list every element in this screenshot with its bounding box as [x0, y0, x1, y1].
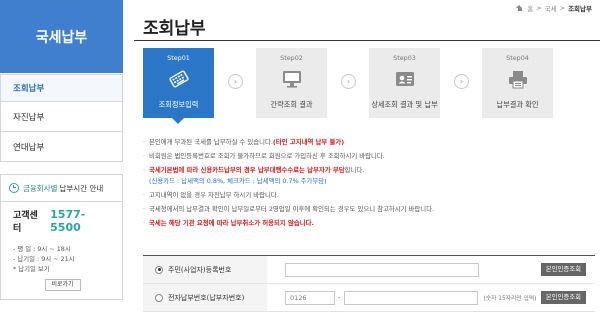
form-row-registration-number: 주민(사업자)등록번호 본인인증조회 [143, 256, 595, 284]
notice-text: 비회원은 법인등록번호로 조회가 불가하므로 회원으로 가입하신 후 조회하시기… [149, 152, 385, 160]
notice-text: 합니다. [344, 166, 365, 174]
notice-text: 국세청에서의 납부결과 확인이 납부일로부터 2영업일 이후에 확인되는 경우도… [149, 205, 435, 213]
step-label: 조회정보입력 [158, 100, 199, 109]
electronic-payment-number-fields: - (숫자 15자리만 입력) 본인인증조회 [267, 284, 595, 311]
sidebar-item-label: 자진납부 [13, 112, 45, 123]
step-number: Step01 [167, 54, 190, 62]
keyboard-icon [169, 70, 189, 88]
chevron-right-icon: › [341, 74, 356, 89]
step-progress: Step01 조회정보입력 › Step02 간략조회 결과 › Step03 … [143, 48, 595, 124]
shortcut-button[interactable]: 비로가기 [44, 279, 81, 291]
customer-center-hours: - 평 일 : 9시 ~ 18시 - 납기일 : 9시 ~ 21시 * 납기일 … [13, 244, 112, 274]
registration-number-option[interactable]: 주민(사업자)등록번호 [143, 256, 267, 283]
notice-fee-detail: (신용카드 : 납세액의 0.8%, 체크카드 : 납세액의 0.7% 주가부담… [143, 176, 595, 187]
breadcrumb-separator: > [536, 4, 542, 12]
page: 국세납부 조회납부 자진납부 연대납부 금융회사별 납부시간 안내 고객센터 1… [0, 0, 600, 313]
chevron-right-icon: › [228, 74, 243, 89]
printer-icon [509, 71, 527, 89]
customer-center-label: 고객센터 [13, 211, 38, 234]
notice-item: 고지내역이 없을 경우 자진납부 하시기 바랍니다. [143, 190, 595, 201]
payment-hours-link[interactable]: 금융회사별 납부시간 안내 [0, 174, 123, 202]
step-4: Step04 납부결과 확인 [482, 48, 553, 118]
notice-text: 본인에게 부과된 국세를 납부하실 수 있습니다. [149, 138, 273, 146]
notice-list: 본인에게 부과된 국세를 납부하실 수 있습니다.(타인 고지내역 납부 불가)… [143, 137, 595, 229]
notice-item: 국세는 해당 기관 요청에 따라 납부취소가 허용되지 않습니다. [143, 218, 595, 229]
step-number: Step03 [393, 54, 416, 62]
sidebar-item-inquiry-payment[interactable]: 조회납부 [1, 74, 122, 102]
weekday-hours: - 평 일 : 9시 ~ 18시 [13, 245, 71, 253]
chevron-right-icon: › [454, 74, 469, 89]
sidebar-item-joint-payment[interactable]: 연대납부 [1, 132, 122, 162]
sidebar-banner: 국세납부 [0, 0, 123, 74]
electronic-payment-number-option[interactable]: 전자납부번호(납부자번호) [143, 284, 267, 311]
electronic-payment-number-radio[interactable] [155, 293, 163, 302]
sidebar-menu: 조회납부 자진납부 연대납부 [0, 74, 123, 162]
breadcrumb-separator: > [559, 4, 566, 12]
step-3: Step03 상세조회 결과 및 납부 [369, 48, 440, 118]
step-2: Step02 간략조회 결과 [256, 48, 327, 118]
page-title: 조회납부 [143, 19, 206, 39]
step-number: Step02 [280, 54, 303, 62]
breadcrumb-current: 조회납부 [568, 5, 592, 13]
notice-warning: 국세는 해당 기관 요청에 따라 납부취소가 허용되지 않습니다. [149, 219, 314, 227]
sidebar-item-label: 연대납부 [13, 142, 45, 153]
step-1: Step01 조회정보입력 [143, 48, 214, 124]
home-icon [516, 5, 523, 11]
due-date-hours: - 납기일 : 9시 ~ 21시 [13, 255, 75, 263]
form-row-electronic-payment-number: 전자납부번호(납부자번호) - (숫자 15자리만 입력) 본인인증조회 [143, 284, 595, 312]
step-label: 상세조회 결과 및 납부 [371, 100, 438, 109]
main-content: 홈 > 국세 > 조회납부 조회납부 Step01 조회정보입력 › Step0… [134, 0, 600, 313]
step-number: Step04 [506, 54, 529, 62]
sidebar: 국세납부 조회납부 자진납부 연대납부 금융회사별 납부시간 안내 고객센터 1… [0, 0, 123, 313]
payment-hours-prefix: 금융회사별 [23, 183, 58, 193]
monitor-icon [283, 71, 301, 88]
payment-number-hint: (숫자 15자리만 입력) [483, 296, 537, 302]
identification-form: 주민(사업자)등록번호 본인인증조회 전자납부번호(납부자번호) - (숫자 1… [143, 255, 595, 313]
registration-number-input[interactable] [285, 262, 479, 277]
clock-icon [9, 183, 19, 193]
breadcrumb-national-tax[interactable]: 국세 [545, 3, 557, 13]
payment-hours-label: 납부시간 안내 [59, 183, 104, 193]
breadcrumb: 홈 > 국세 > 조회납부 [516, 3, 592, 13]
step-label: 간략조회 결과 [270, 100, 313, 109]
notice-item: 비회원은 법인등록번호로 조회가 불가하므로 회원으로 가입하신 후 조회하시기… [143, 151, 595, 162]
identity-verify-button[interactable]: 본인인증조회 [540, 291, 586, 304]
dash-separator: - [338, 293, 341, 302]
customer-center-number: 1577-5500 [50, 208, 86, 234]
identity-verify-button[interactable]: 본인인증조회 [540, 263, 586, 276]
notice-text: (신용카드 : 납세액의 0.8%, 체크카드 : 납세액의 0.7% 주가부담… [149, 177, 327, 185]
notice-item: 국세청에서의 납부결과 확인이 납부일로부터 2영업일 이후에 확인되는 경우도… [143, 204, 595, 215]
notice-text: 고지내역이 없을 경우 자진납부 하시기 바랍니다. [149, 191, 279, 199]
breadcrumb-home[interactable]: 홈 [527, 3, 533, 13]
sidebar-item-self-payment[interactable]: 자진납부 [1, 102, 122, 132]
notice-warning: (타인 고지내역 납부 불가) [272, 138, 345, 146]
registration-number-fields: 본인인증조회 [267, 256, 595, 283]
notice-item: 국세기본법에 따라 신용카드납부의 경우 납부대행수수료는 납부자가 부담합니다… [143, 165, 595, 176]
notice-item: 본인에게 부과된 국세를 납부하실 수 있습니다.(타인 고지내역 납부 불가) [143, 137, 595, 148]
customer-center-box: 고객센터 1577-5500 - 평 일 : 9시 ~ 18시 - 납기일 : … [0, 202, 123, 300]
registration-number-label: 주민(사업자)등록번호 [168, 265, 232, 274]
payment-number-input[interactable] [343, 290, 478, 305]
title-divider [134, 40, 600, 41]
notice-warning: 국세기본법에 따라 신용카드납부의 경우 납부대행수수료는 납부자가 부담 [149, 166, 345, 174]
id-card-icon [396, 72, 414, 86]
sidebar-title: 국세납부 [35, 29, 88, 46]
payment-number-prefix-input[interactable] [285, 290, 335, 305]
customer-center-heading: 고객센터 1577-5500 [13, 208, 112, 234]
registration-number-radio[interactable] [155, 265, 163, 274]
due-date-view-link[interactable]: * 납기일 보기 [13, 264, 112, 274]
step-label: 납부결과 확인 [496, 100, 539, 109]
sidebar-item-label: 조회납부 [13, 84, 45, 94]
electronic-payment-number-label: 전자납부번호(납부자번호) [168, 293, 245, 302]
